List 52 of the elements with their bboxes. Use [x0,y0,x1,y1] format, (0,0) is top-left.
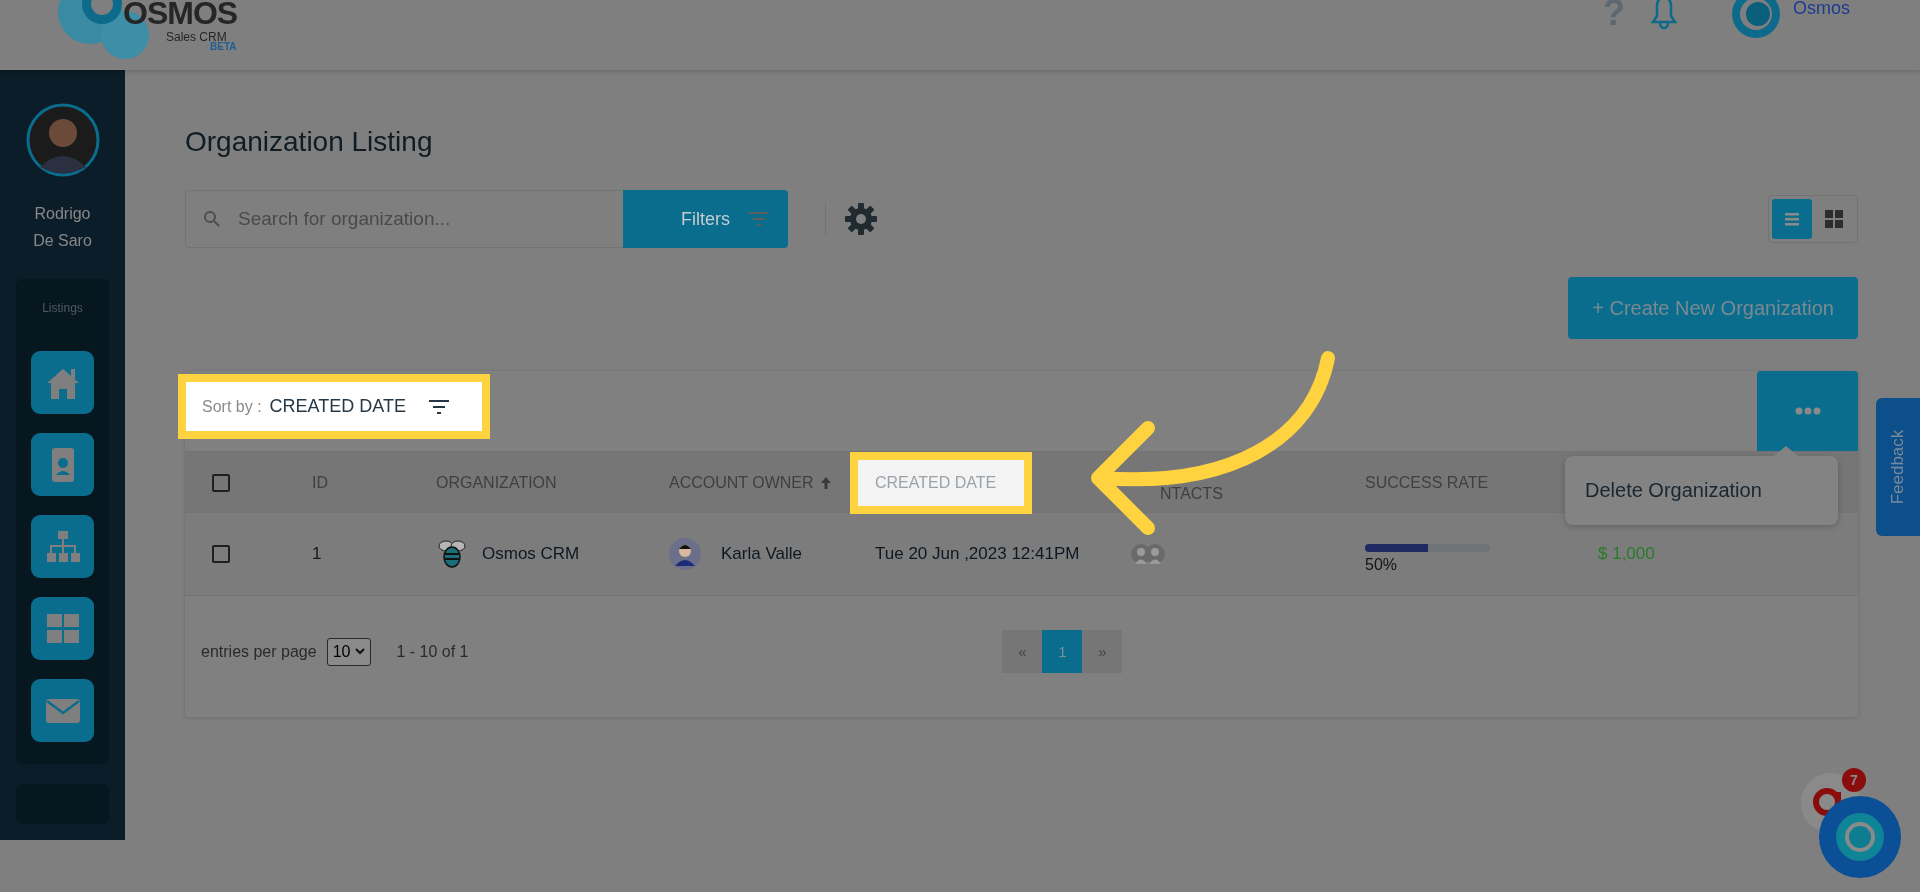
entries-select[interactable]: 10 [326,637,372,666]
filter-icon [748,211,770,227]
help-button[interactable]: ? [1603,0,1625,34]
beta-tag: BETA [210,41,237,52]
column-header[interactable]: ID [312,474,328,492]
table-cell: Karla Valle [721,544,802,564]
caret-icon [355,648,366,655]
select-all-checkbox[interactable] [212,474,230,492]
logo-name: OSMOS [123,0,238,28]
table-cell: $ 1,000 [1598,544,1655,564]
column-header[interactable]: NTACTS [1160,485,1223,503]
bee-logo-icon [436,538,468,570]
page-button[interactable]: » [1082,630,1123,673]
filter-icon [427,398,450,415]
profile-name: Rodrigo De Saro [32,204,93,251]
range-text: 1 - 10 of 1 [396,642,469,661]
assistant-launcher-icon[interactable] [1818,795,1902,879]
logo-subtitle: Sales CRM [166,31,227,43]
avatar-icon [669,538,701,570]
column-header[interactable]: ACCOUNT OWNER [669,474,814,492]
user-name[interactable]: Osmos [1793,0,1850,19]
hierarchy-nav-button[interactable] [31,515,94,578]
table-cell: Tue 20 Jun ,2023 12:41PM [875,544,1080,564]
grid-icon [1824,209,1844,229]
grid-nav-button[interactable] [31,597,94,660]
notification-badge: 7 [1842,768,1866,792]
table-cell: 1 [312,544,322,564]
page-button[interactable]: « [1002,630,1043,673]
success-rate-value: 50% [1365,556,1398,574]
create-organization-button[interactable]: + Create New Organization [1568,277,1858,339]
contact-nav-button[interactable] [31,433,94,496]
column-header[interactable]: ORGANIZATION [436,474,557,492]
settings-icon[interactable] [825,202,878,236]
home-nav-button[interactable] [31,351,94,414]
sort-control[interactable]: Sort by : CREATED DATE [178,374,490,439]
feedback-tab[interactable]: Feedback [1876,398,1920,536]
sort-arrow-icon[interactable] [819,476,832,490]
ellipsis-icon [1794,407,1821,415]
row-checkbox[interactable] [212,545,230,563]
mail-nav-button[interactable] [31,679,94,742]
filters-button[interactable]: Filters [623,190,788,248]
page-button[interactable]: 1 [1042,630,1083,673]
page-title: Organization Listing [185,125,434,159]
search-icon [203,210,221,228]
column-header[interactable]: SUCCESS RATE [1365,474,1489,492]
list-view-button[interactable] [1772,199,1812,239]
table-cell: Osmos CRM [482,544,580,564]
section-title: Listings [42,301,83,315]
entries-label: entries per page [201,642,317,661]
column-header[interactable]: CREATED DATE [850,452,1033,514]
contacts-icon [1130,543,1166,565]
menu-item[interactable]: Delete Organization [1565,464,1838,517]
